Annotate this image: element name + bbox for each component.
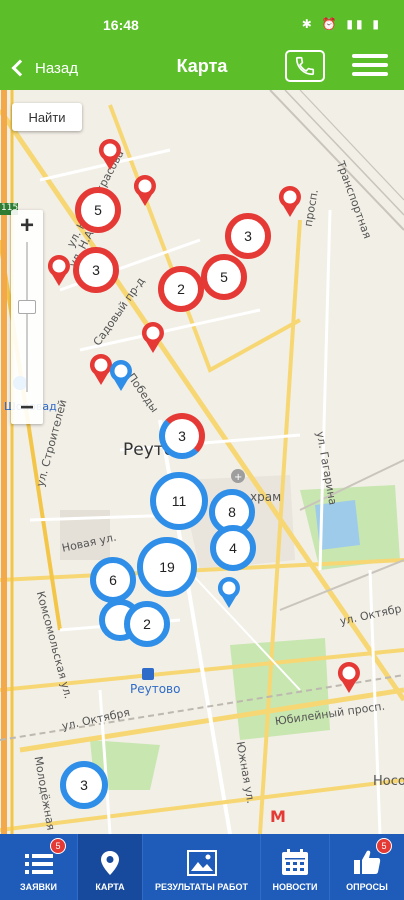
map-pin-blue[interactable] (216, 575, 242, 609)
status-icons: ✱ ⏰ ▮▮ ▮ (301, 17, 382, 31)
find-button[interactable]: Найти (12, 103, 82, 131)
map-cluster[interactable]: 6 (90, 557, 136, 603)
zoom-control: + − (11, 210, 43, 424)
nav-item-results[interactable]: РЕЗУЛЬТАТЫ РАБОТ (143, 834, 261, 900)
image-icon (186, 850, 217, 876)
status-bar: 16:48 ✱ ⏰ ▮▮ ▮ (0, 0, 404, 46)
map-cluster[interactable]: 3 (159, 413, 205, 459)
nav-item-map[interactable]: КАРТА (78, 834, 143, 900)
station-label: Реутово (130, 682, 181, 696)
nav-label: РЕЗУЛЬТАТЫ РАБОТ (155, 882, 248, 892)
map-pin-red[interactable] (140, 320, 166, 354)
map-cluster[interactable]: 3 (60, 761, 108, 809)
map-cluster[interactable]: 5 (201, 254, 247, 300)
map-cluster[interactable]: 3 (73, 247, 119, 293)
map-cluster[interactable]: 3 (225, 213, 271, 259)
page-title: Карта (176, 56, 228, 76)
thumbs-up-icon (354, 850, 381, 874)
requests-badge: 5 (50, 838, 66, 854)
map-pin-icon (101, 851, 119, 875)
status-time: 16:48 (103, 17, 139, 33)
nav-label: НОВОСТИ (272, 882, 318, 892)
map-cluster[interactable]: 2 (124, 601, 170, 647)
map-pin-red[interactable] (46, 253, 72, 287)
nav-label: КАРТА (95, 882, 125, 892)
nav-label: ЗАЯВКИ (19, 882, 58, 892)
bottom-nav: 5 ЗАЯВКИ КАРТА РЕЗУЛЬТАТЫ РАБОТ НОВОСТИ (0, 834, 404, 900)
map-view[interactable]: M + ул. Н.А. Некрасова ул. Н.А. Садовый … (0, 90, 404, 834)
map-cluster[interactable]: 4 (210, 525, 256, 571)
svg-text:+: + (234, 472, 242, 483)
map-pin-blue[interactable] (108, 358, 134, 392)
calendar-icon (282, 849, 308, 875)
map-cluster[interactable]: 19 (137, 537, 197, 597)
phone-icon (295, 56, 315, 76)
map-cluster[interactable]: 5 (75, 187, 121, 233)
nav-item-news[interactable]: НОВОСТИ (261, 834, 330, 900)
list-icon (24, 854, 53, 874)
zoom-slider[interactable] (11, 242, 43, 392)
zoom-slider-handle[interactable] (18, 300, 36, 314)
nav-item-requests[interactable]: 5 ЗАЯВКИ (0, 834, 78, 900)
map-cluster[interactable]: 11 (150, 472, 208, 530)
street-label: Носови (373, 774, 404, 789)
map-pin-red[interactable] (97, 137, 123, 171)
menu-button[interactable] (352, 54, 388, 80)
church-label: храм (250, 490, 282, 504)
map-pin-red[interactable] (132, 173, 158, 207)
call-button[interactable] (285, 50, 325, 82)
map-pin-red[interactable] (336, 660, 362, 694)
map-pin-red[interactable] (277, 184, 303, 218)
nav-label: ОПРОСЫ (346, 882, 388, 892)
nav-item-polls[interactable]: 5 ОПРОСЫ (330, 834, 404, 900)
menu-icon-bar (352, 72, 388, 76)
app-bar: Назад Карта (0, 46, 404, 90)
menu-icon-bar (352, 54, 388, 58)
zoom-out-button[interactable]: − (11, 392, 43, 424)
zoom-in-button[interactable]: + (11, 210, 43, 242)
menu-icon-bar (352, 63, 388, 67)
svg-text:M: M (270, 807, 286, 826)
map-cluster[interactable]: 2 (158, 266, 204, 312)
polls-badge: 5 (376, 838, 392, 854)
